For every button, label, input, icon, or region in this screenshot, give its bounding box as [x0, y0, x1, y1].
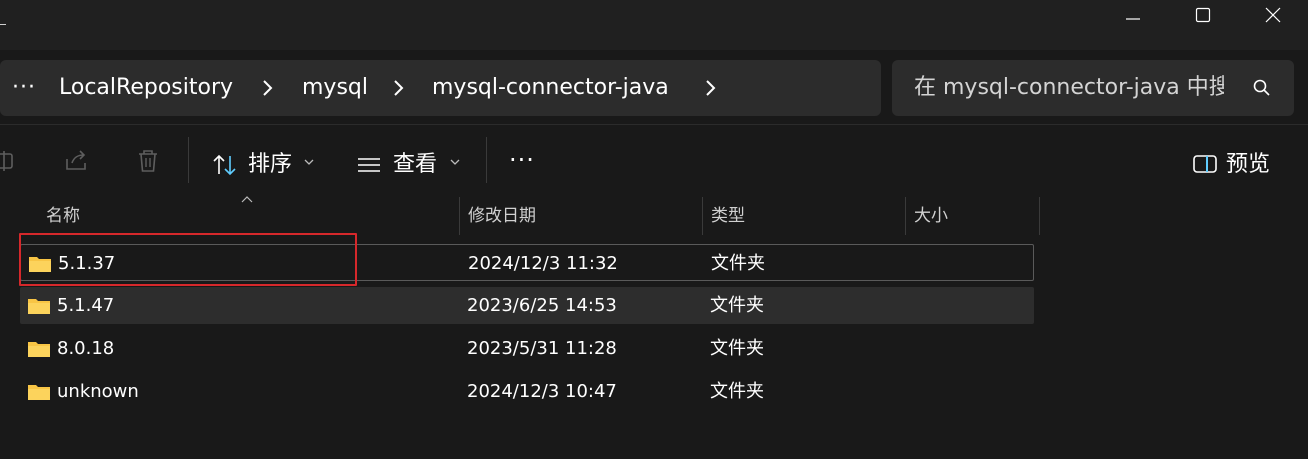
breadcrumb-mysql-connector-java[interactable]: mysql-connector-java: [432, 60, 669, 116]
title-bar: [0, 0, 1308, 50]
file-row[interactable]: unknown 2024/12/3 10:47 文件夹: [20, 373, 1034, 410]
column-divider[interactable]: [905, 197, 906, 235]
close-icon: [1265, 7, 1281, 23]
rename-icon[interactable]: [0, 147, 20, 175]
sort-button[interactable]: 排序: [200, 125, 326, 197]
column-header-size[interactable]: 大小: [914, 197, 948, 235]
file-type: 文件夹: [711, 253, 765, 274]
file-modified: 2023/6/25 14:53: [467, 295, 617, 316]
file-name: unknown: [57, 381, 139, 402]
annotation-highlight-box: [19, 233, 357, 286]
chevron-down-icon: [304, 159, 314, 165]
toolbar-divider: [486, 137, 487, 183]
file-type: 文件夹: [710, 295, 764, 316]
delete-icon[interactable]: [134, 147, 162, 175]
file-modified: 2023/5/31 11:28: [467, 338, 617, 359]
file-modified: 2024/12/3 11:32: [468, 253, 618, 274]
folder-icon: [28, 342, 50, 357]
search-input[interactable]: 在 mysql-connector-java 中搜索: [914, 60, 1224, 116]
maximize-icon: [1195, 7, 1211, 23]
file-type: 文件夹: [710, 381, 764, 402]
preview-button[interactable]: 预览: [1180, 125, 1290, 197]
file-row[interactable]: 5.1.47 2023/6/25 14:53 文件夹: [20, 287, 1034, 324]
sort-label: 排序: [248, 152, 293, 177]
chevron-right-icon[interactable]: [705, 60, 717, 116]
address-row: ··· LocalRepository mysql mysql-connecto…: [0, 50, 1308, 125]
command-bar: 排序 查看 ··· 预览: [0, 125, 1308, 197]
maximize-button[interactable]: [1168, 0, 1238, 30]
file-modified: 2024/12/3 10:47: [467, 381, 617, 402]
view-icon: [358, 158, 380, 172]
column-divider[interactable]: [702, 197, 703, 235]
breadcrumb[interactable]: ··· LocalRepository mysql mysql-connecto…: [0, 60, 881, 116]
column-header-modified[interactable]: 修改日期: [468, 197, 536, 235]
close-button[interactable]: [1238, 0, 1308, 30]
chevron-right-icon[interactable]: [262, 60, 274, 116]
chevron-right-icon[interactable]: [393, 60, 405, 116]
breadcrumb-overflow-button[interactable]: ···: [12, 60, 36, 116]
column-header-name[interactable]: 名称: [46, 197, 80, 235]
file-type: 文件夹: [710, 338, 764, 359]
search-icon[interactable]: [1252, 78, 1272, 98]
breadcrumb-mysql[interactable]: mysql: [302, 60, 368, 116]
folder-icon: [28, 299, 50, 314]
breadcrumb-localrepository[interactable]: LocalRepository: [59, 60, 233, 116]
file-row[interactable]: 8.0.18 2023/5/31 11:28 文件夹: [20, 330, 1034, 367]
preview-label: 预览: [1226, 152, 1271, 177]
view-label: 查看: [393, 152, 438, 177]
share-icon[interactable]: [62, 147, 90, 175]
title-bar-fragment: [0, 24, 6, 25]
chevron-down-icon: [450, 159, 460, 165]
view-button[interactable]: 查看: [346, 125, 470, 197]
sort-ascending-icon: [241, 196, 253, 203]
preview-pane-icon: [1193, 155, 1217, 173]
file-name: 5.1.47: [57, 295, 115, 316]
minimize-button[interactable]: [1098, 0, 1168, 30]
column-header-row: 名称 修改日期 类型 大小: [0, 196, 1308, 235]
minimize-icon: [1126, 18, 1140, 20]
column-divider[interactable]: [459, 197, 460, 235]
folder-icon: [28, 385, 50, 400]
toolbar-divider: [188, 137, 189, 183]
file-name: 8.0.18: [57, 338, 115, 359]
search-box[interactable]: 在 mysql-connector-java 中搜索: [892, 60, 1294, 116]
column-divider[interactable]: [1039, 197, 1040, 235]
sort-icon: [213, 154, 236, 176]
more-options-button[interactable]: ···: [509, 125, 535, 197]
column-header-type[interactable]: 类型: [711, 197, 745, 235]
